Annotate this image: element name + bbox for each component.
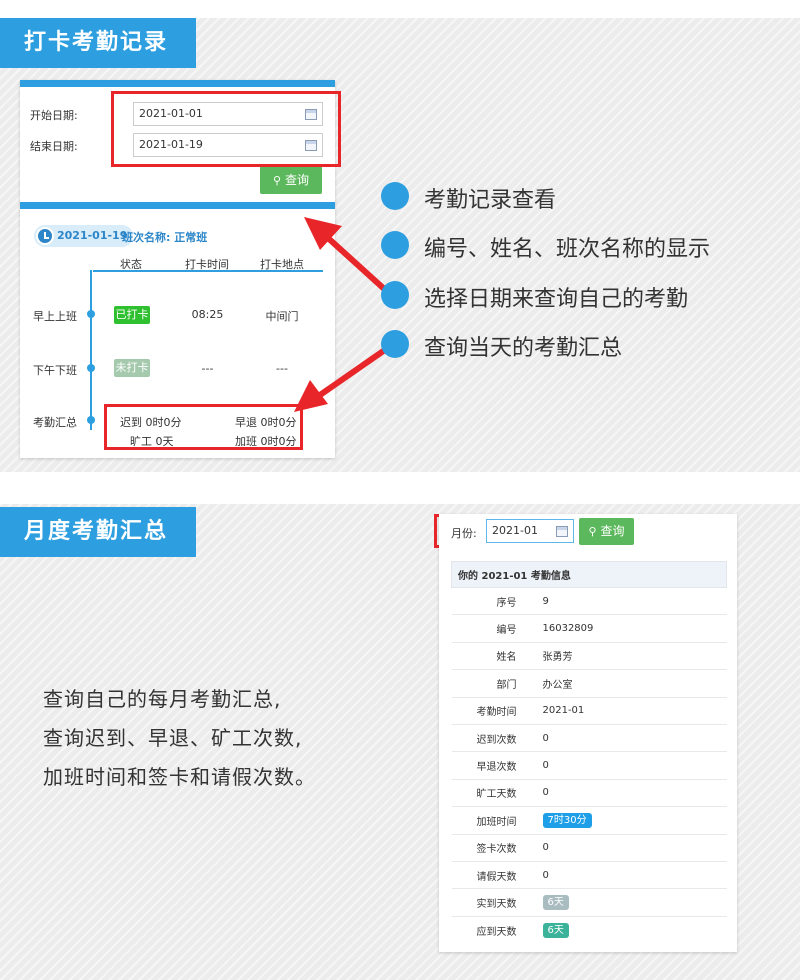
table-row: 序号 9: [451, 586, 727, 615]
description-line: 查询迟到、早退、矿工次数,: [43, 726, 303, 750]
row-value-cell: 0: [529, 778, 727, 807]
row-key: 签卡次数: [451, 833, 530, 862]
row-value: 张勇芳: [542, 652, 573, 664]
row-value-cell: 张勇芳: [529, 641, 727, 670]
row-value: 0: [542, 760, 549, 772]
row-value-cell: 0: [529, 860, 727, 889]
attendance-info-table: 你的 2021-01 考勤信息 序号 9 编号 16032809 姓名 张勇芳 部门 办公室考…: [451, 561, 727, 944]
bullet-icon: [381, 281, 409, 309]
value-badge: 7时30分: [542, 812, 592, 828]
row-value-cell: 6天: [529, 915, 727, 944]
description-line: 加班时间和签卡和请假次数。: [43, 765, 316, 789]
row-value: 办公室: [542, 679, 573, 691]
row-value-cell: 2021-01: [529, 696, 727, 725]
feature-bullet: 编号、姓名、班次名称的显示: [424, 237, 711, 262]
row-value: 0: [542, 732, 549, 744]
row-value: 2021-01: [542, 705, 585, 717]
row-key: 旷工天数: [451, 778, 530, 807]
table-row: 签卡次数 0: [451, 833, 727, 862]
row-key: 应到天数: [451, 915, 530, 944]
row-key: 编号: [451, 614, 530, 643]
feature-bullet: 查询当天的考勤汇总: [424, 336, 623, 361]
row-key: 姓名: [451, 641, 530, 670]
row-value-cell: 0: [529, 751, 727, 780]
row-key: 实到天数: [451, 888, 530, 917]
bullet-icon: [381, 182, 409, 210]
table-title: 你的 2021-01 考勤信息: [451, 561, 727, 588]
row-value: 0: [542, 869, 549, 881]
table-row: 编号 16032809: [451, 614, 727, 643]
arrow: [304, 217, 395, 299]
row-value-cell: 9: [529, 586, 727, 615]
value-badge: 6天: [542, 894, 569, 910]
row-value-cell: 0: [529, 723, 727, 752]
row-key: 加班时间: [451, 806, 530, 835]
table-row: 实到天数 6天: [451, 888, 727, 917]
row-value-cell: 0: [529, 833, 727, 862]
row-key: 迟到次数: [451, 723, 530, 752]
table-row: 部门 办公室: [451, 669, 727, 698]
table-row: 加班时间 7时30分: [451, 806, 727, 835]
calendar-icon[interactable]: [556, 526, 568, 537]
feature-bullet: 考勤记录查看: [424, 188, 557, 213]
arrow: [294, 342, 394, 412]
table-row: 考勤时间 2021-01: [451, 696, 727, 725]
month-label: 月份:: [451, 527, 477, 540]
month-value: 2021-01: [492, 524, 538, 537]
feature-bullet: 选择日期来查询自己的考勤: [424, 287, 689, 312]
search-icon: ⚲: [588, 525, 597, 538]
row-key: 请假天数: [451, 860, 530, 889]
row-key: 早退次数: [451, 751, 530, 780]
row-value-cell: 办公室: [529, 669, 727, 698]
table-row: 早退次数 0: [451, 751, 727, 780]
row-key: 序号: [451, 586, 530, 615]
bullet-icon: [381, 231, 409, 259]
bullet-icon: [381, 330, 409, 358]
value-badge: 6天: [542, 922, 569, 938]
monthly-summary-panel: 月份: 2021-01 ⚲ 查询 你的 2021-01 考勤信息 序号 9 编号 16…: [439, 514, 737, 952]
row-value-cell: 16032809: [529, 614, 727, 643]
month-input[interactable]: 2021-01: [486, 519, 574, 543]
row-key: 考勤时间: [451, 696, 530, 725]
query-button[interactable]: ⚲ 查询: [579, 518, 634, 545]
row-value: 16032809: [542, 623, 594, 635]
row-value-cell: 7时30分: [529, 806, 727, 835]
table-row: 应到天数 6天: [451, 915, 727, 944]
table-row: 旷工天数 0: [451, 778, 727, 807]
row-key: 部门: [451, 669, 530, 698]
table-row: 姓名 张勇芳: [451, 641, 727, 670]
query-button-label: 查询: [600, 524, 625, 538]
row-value: 0: [542, 787, 549, 799]
table-row: 迟到次数 0: [451, 723, 727, 752]
row-value: 9: [542, 595, 549, 607]
description-line: 查询自己的每月考勤汇总,: [43, 687, 282, 711]
table-row: 请假天数 0: [451, 860, 727, 889]
row-value-cell: 6天: [529, 888, 727, 917]
section-title: 月度考勤汇总: [0, 507, 196, 557]
row-value: 0: [542, 842, 549, 854]
